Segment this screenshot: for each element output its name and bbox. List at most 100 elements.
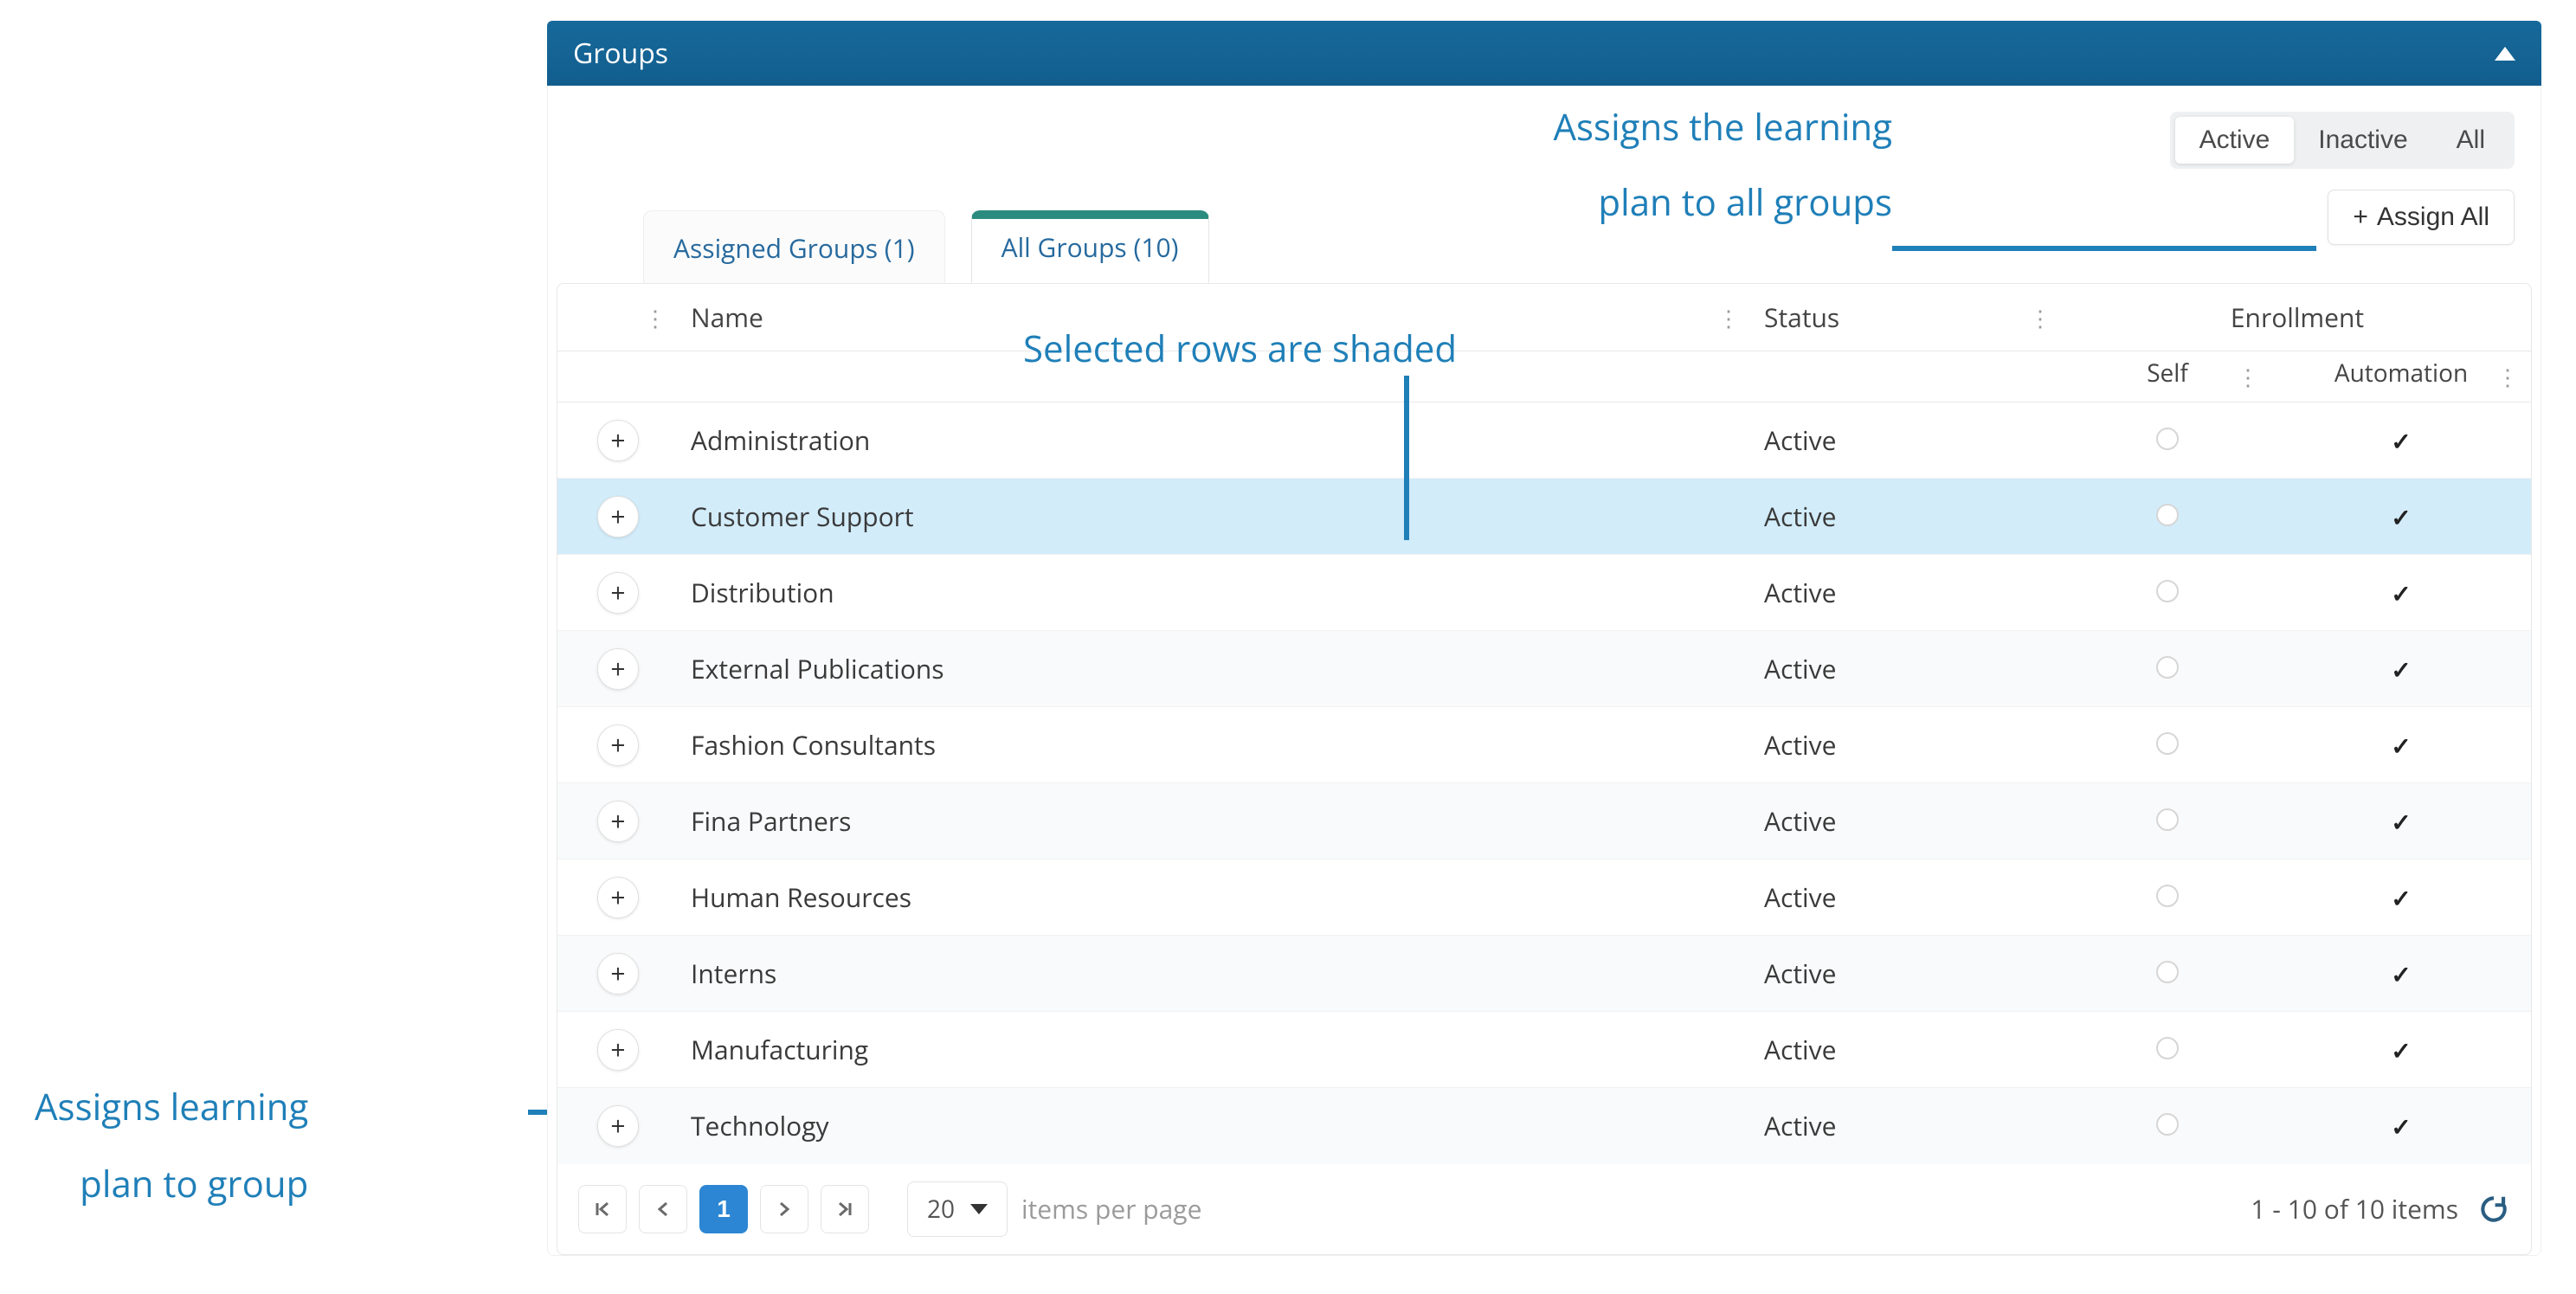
check-icon <box>2391 1108 2411 1143</box>
assign-group-button[interactable]: + <box>597 420 639 461</box>
panel-header[interactable]: Groups <box>547 21 2541 86</box>
last-page-icon <box>836 1201 853 1218</box>
first-page-icon <box>594 1201 611 1218</box>
pager-next-button[interactable] <box>760 1185 808 1233</box>
assign-group-button[interactable]: + <box>597 953 639 995</box>
table-row[interactable]: + Human ResourcesActive <box>557 859 2531 936</box>
collapse-icon[interactable] <box>2495 47 2515 61</box>
assign-group-button[interactable]: + <box>597 724 639 766</box>
col-enrollment: Enrollment <box>2064 284 2531 351</box>
refresh-icon[interactable] <box>2477 1193 2510 1226</box>
check-icon <box>2391 422 2411 458</box>
cell-name: Distribution <box>679 555 1752 631</box>
assign-all-button[interactable]: + Assign All <box>2328 190 2515 245</box>
column-menu-icon[interactable]: ⋮ <box>2029 306 2051 329</box>
assign-group-button[interactable]: + <box>597 1105 639 1147</box>
col-status-label: Status <box>1764 299 1839 335</box>
column-menu-icon[interactable]: ⋮ <box>1717 306 1740 329</box>
table-row[interactable]: + AdministrationActive <box>557 402 2531 479</box>
assign-all-label: Assign All <box>2377 203 2489 232</box>
table-row[interactable]: + Customer SupportActive <box>557 479 2531 555</box>
cell-name: Technology <box>679 1088 1752 1164</box>
assign-group-button[interactable]: + <box>597 496 639 538</box>
cell-name: Fashion Consultants <box>679 707 1752 783</box>
check-icon <box>2391 651 2411 686</box>
self-enroll-radio[interactable] <box>2156 504 2179 526</box>
col-actions: ⋮ <box>557 284 679 351</box>
cell-status: Active <box>1752 1012 2064 1088</box>
table-row[interactable]: +InternsActive <box>557 936 2531 1012</box>
col-status[interactable]: Status ⋮ <box>1752 284 2064 351</box>
self-enroll-radio[interactable] <box>2156 732 2179 755</box>
col-automation[interactable]: Automation ⋮ <box>2271 351 2531 402</box>
cell-status: Active <box>1752 707 2064 783</box>
col-self[interactable]: Self ⋮ <box>2064 351 2271 402</box>
pager-last-button[interactable] <box>821 1185 869 1233</box>
annotation-line <box>1892 246 2316 251</box>
col-name[interactable]: Name ⋮ <box>679 284 1752 351</box>
cell-name: Fina Partners <box>679 783 1752 859</box>
cell-status: Active <box>1752 859 2064 936</box>
annotation-assign-row: Assigns learning plan to group <box>35 1082 308 1208</box>
chevron-left-icon <box>655 1201 671 1218</box>
cell-name: Human Resources <box>679 859 1752 936</box>
chevron-down-icon <box>970 1204 988 1214</box>
self-enroll-radio[interactable] <box>2156 1113 2179 1136</box>
col-self-label: Self <box>2147 357 2188 389</box>
col-enrollment-label: Enrollment <box>2231 299 2364 335</box>
panel-body: Active Inactive All Assigns the learning… <box>547 86 2541 1256</box>
check-icon <box>2391 956 2411 991</box>
table-row[interactable]: +Fina PartnersActive <box>557 783 2531 859</box>
self-enroll-radio[interactable] <box>2156 580 2179 602</box>
column-menu-icon[interactable]: ⋮ <box>2496 365 2519 388</box>
col-name-label: Name <box>691 299 763 335</box>
assign-group-button[interactable]: + <box>597 648 639 690</box>
pager-prev-button[interactable] <box>639 1185 687 1233</box>
self-enroll-radio[interactable] <box>2156 885 2179 907</box>
cell-status: Active <box>1752 631 2064 707</box>
assign-group-button[interactable]: + <box>597 877 639 918</box>
check-icon <box>2391 1032 2411 1067</box>
cell-status: Active <box>1752 479 2064 555</box>
filter-inactive[interactable]: Inactive <box>2294 117 2431 164</box>
cell-name: Interns <box>679 936 1752 1012</box>
page-size-value: 20 <box>927 1193 955 1226</box>
filter-active[interactable]: Active <box>2175 117 2295 164</box>
check-icon <box>2391 727 2411 763</box>
table-row[interactable]: + DistributionActive <box>557 555 2531 631</box>
plus-icon: + <box>2353 203 2368 232</box>
pager-first-button[interactable] <box>578 1185 627 1233</box>
check-icon <box>2391 879 2411 915</box>
cell-status: Active <box>1752 555 2064 631</box>
panel-title: Groups <box>573 35 668 72</box>
filter-all[interactable]: All <box>2432 117 2509 164</box>
table-row[interactable]: +External PublicationsActive <box>557 631 2531 707</box>
tab-assigned-groups[interactable]: Assigned Groups (1) <box>643 210 945 283</box>
self-enroll-radio[interactable] <box>2156 1037 2179 1059</box>
self-enroll-radio[interactable] <box>2156 428 2179 450</box>
table-row[interactable]: + TechnologyActive <box>557 1088 2531 1164</box>
check-icon <box>2391 499 2411 534</box>
column-menu-icon[interactable]: ⋮ <box>2237 365 2259 388</box>
assign-group-button[interactable]: + <box>597 1029 639 1071</box>
pager: 1 20 items per page <box>557 1164 2531 1254</box>
tab-all-groups[interactable]: All Groups (10) <box>971 210 1209 283</box>
col-automation-label: Automation <box>2334 357 2468 389</box>
cell-status: Active <box>1752 402 2064 479</box>
self-enroll-radio[interactable] <box>2156 808 2179 831</box>
table-row[interactable]: + Fashion ConsultantsActive <box>557 707 2531 783</box>
assign-group-button[interactable]: + <box>597 572 639 614</box>
page-size-select[interactable]: 20 <box>907 1181 1008 1237</box>
self-enroll-radio[interactable] <box>2156 656 2179 679</box>
self-enroll-radio[interactable] <box>2156 961 2179 983</box>
cell-status: Active <box>1752 1088 2064 1164</box>
table-row[interactable]: +ManufacturingActive <box>557 1012 2531 1088</box>
annotation-assign-all: Assigns the learning plan to all groups <box>1553 102 1892 227</box>
pager-page-1[interactable]: 1 <box>699 1185 748 1233</box>
pager-range-label: 1 - 10 of 10 items <box>2251 1191 2458 1226</box>
cell-name: Customer Support <box>679 479 1752 555</box>
column-menu-icon[interactable]: ⋮ <box>644 306 667 329</box>
assign-group-button[interactable]: + <box>597 801 639 842</box>
check-icon <box>2391 575 2411 610</box>
cell-name: Administration <box>679 402 1752 479</box>
